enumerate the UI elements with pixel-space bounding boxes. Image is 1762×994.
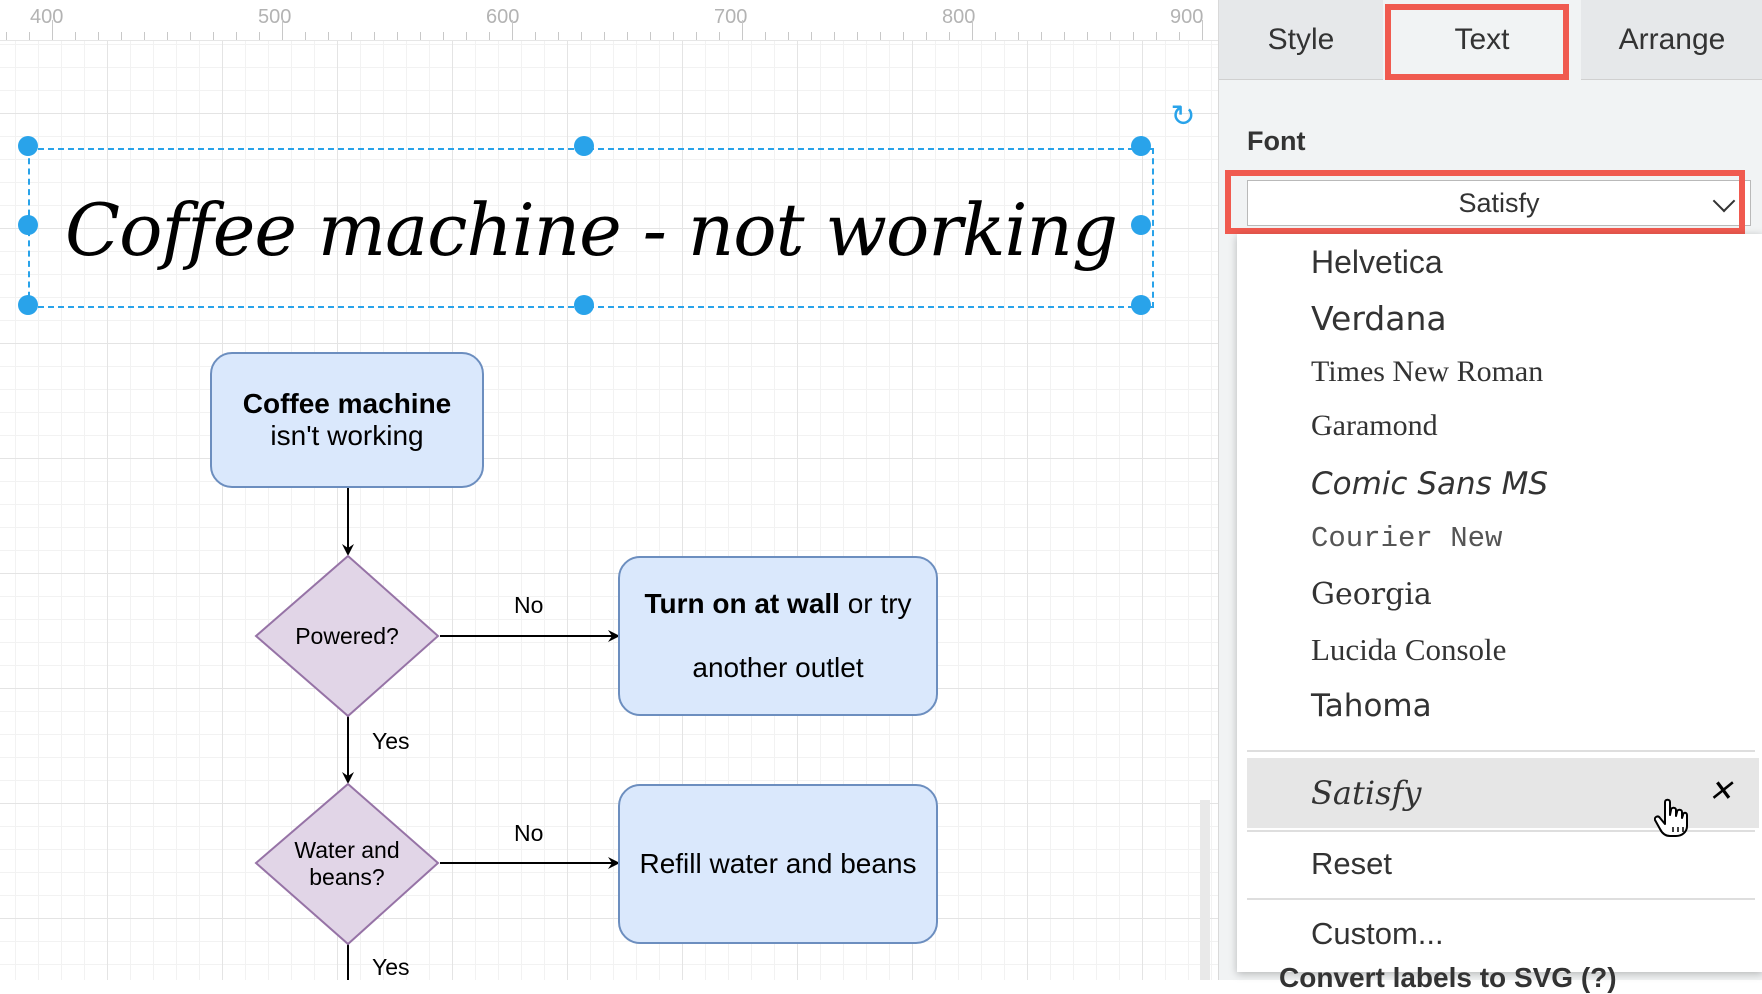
decision-water-line2: beans? <box>309 864 385 890</box>
dropdown-separator-1 <box>1247 750 1755 752</box>
font-option-helvetica[interactable]: Helvetica <box>1237 234 1759 290</box>
selected-title-text[interactable]: Coffee machine - not working <box>28 160 1154 300</box>
font-option-courier-new[interactable]: Courier New <box>1237 510 1759 566</box>
resize-handle-left[interactable] <box>18 215 38 235</box>
action-turn-on-node[interactable]: Turn on at wall or try another outlet <box>618 556 938 716</box>
flowchart-edges <box>254 488 620 980</box>
resize-handle-bottom-right[interactable] <box>1131 295 1151 315</box>
resize-handle-bottom[interactable] <box>574 295 594 315</box>
start-node[interactable]: Coffee machine isn't working <box>210 352 484 488</box>
hand-cursor-icon <box>1654 798 1688 837</box>
action-turn-on-rest: or try <box>839 588 912 619</box>
edge-label-no-2: No <box>514 820 544 846</box>
start-node-subtitle: isn't working <box>270 420 424 451</box>
action-turn-on-line2: another outlet <box>692 652 864 683</box>
font-option-comic-sans[interactable]: Comic Sans MS <box>1237 456 1759 512</box>
edge-label-no-1: No <box>514 592 544 618</box>
action-turn-on-bold: Turn on at wall <box>644 588 840 619</box>
font-dropdown-menu: Helvetica Verdana Times New Roman Garamo… <box>1237 234 1762 972</box>
font-option-reset[interactable]: Reset <box>1237 836 1759 892</box>
action-refill-label: Refill water and beans <box>639 848 917 879</box>
diagram-canvas[interactable]: 400 500 600 700 800 900 Coffee machine i… <box>0 0 1218 980</box>
dropdown-separator-3 <box>1247 898 1755 900</box>
resize-handle-top[interactable] <box>574 136 594 156</box>
decision-water-label[interactable]: Water and beans? <box>256 832 438 896</box>
action-refill-node[interactable]: Refill water and beans <box>618 784 938 944</box>
resize-handle-right[interactable] <box>1131 215 1151 235</box>
decision-powered-label[interactable]: Powered? <box>256 606 438 666</box>
font-option-garamond[interactable]: Garamond <box>1237 398 1759 454</box>
font-select-highlight <box>1225 170 1745 234</box>
tab-arrange[interactable]: Arrange <box>1581 0 1762 80</box>
resize-handle-bottom-left[interactable] <box>18 295 38 315</box>
font-option-custom[interactable]: Custom... <box>1237 906 1759 962</box>
convert-labels-option[interactable]: Convert labels to SVG (?) <box>1279 962 1617 994</box>
close-icon[interactable]: ✕ <box>1708 772 1733 812</box>
canvas-scrollbar[interactable] <box>1200 800 1210 980</box>
font-option-times-new-roman[interactable]: Times New Roman <box>1237 344 1759 400</box>
font-option-verdana[interactable]: Verdana <box>1237 290 1759 346</box>
resize-handle-top-left[interactable] <box>18 136 38 156</box>
tab-text-highlight <box>1385 4 1569 80</box>
font-option-lucida-console[interactable]: Lucida Console <box>1237 622 1759 678</box>
edge-label-yes-2: Yes <box>372 954 410 980</box>
font-option-tahoma[interactable]: Tahoma <box>1237 678 1759 734</box>
font-section-heading: Font <box>1247 126 1306 156</box>
resize-handle-top-right[interactable] <box>1131 136 1151 156</box>
rotate-icon[interactable]: ↻ <box>1168 102 1198 132</box>
decision-water-line1: Water and <box>294 837 400 863</box>
font-option-satisfy-label: Satisfy <box>1311 774 1422 812</box>
format-tabs: Style Text Arrange <box>1219 0 1762 82</box>
edge-label-yes-1: Yes <box>372 728 410 754</box>
font-option-georgia[interactable]: Georgia <box>1237 566 1759 622</box>
start-node-title: Coffee machine <box>242 388 452 419</box>
tab-style[interactable]: Style <box>1219 0 1383 80</box>
